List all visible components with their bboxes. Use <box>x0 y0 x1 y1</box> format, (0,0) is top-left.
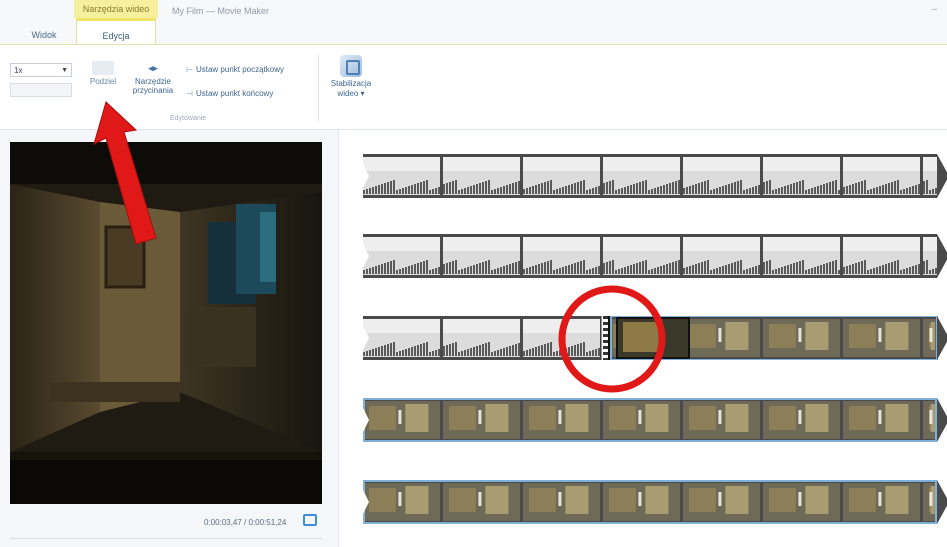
fullscreen-icon[interactable] <box>303 514 317 526</box>
preview-pane: 0:00:03,47 / 0:00:51,24 <box>0 130 339 547</box>
start-point-icon: ⊢ <box>186 65 193 74</box>
clip-strip-row[interactable] <box>363 480 947 524</box>
ribbon-group-label: Edytowanie <box>170 115 207 122</box>
video-preview[interactable] <box>10 142 322 504</box>
filmstrip-graphic <box>363 480 947 524</box>
set-end-point-button[interactable]: ⊣ Ustaw punkt końcowy <box>186 89 273 98</box>
split-button[interactable]: Podziel <box>80 61 126 86</box>
set-start-label: Ustaw punkt początkowy <box>195 65 285 74</box>
stabilize-icon <box>340 55 362 77</box>
set-start-point-button[interactable]: ⊢ Ustaw punkt początkowy <box>186 65 284 74</box>
filmstrip-graphic <box>363 154 947 198</box>
trim-label: Narzędzie przycinania <box>132 77 174 95</box>
set-end-label: Ustaw punkt końcowy <box>195 89 274 98</box>
trim-tool-button[interactable]: ◂▸ Narzędzie przycinania <box>130 61 176 95</box>
annotation-arrow <box>93 101 157 245</box>
contextual-tab-group-label: Narzędzia wideo <box>74 0 158 18</box>
split-icon <box>92 61 114 75</box>
duration-field[interactable] <box>10 83 72 97</box>
filmstrip-graphic <box>363 398 947 442</box>
speed-value: 1x <box>14 66 23 75</box>
end-point-icon: ⊣ <box>186 89 193 98</box>
filmstrip-graphic <box>363 234 947 278</box>
tab-view[interactable]: Widok <box>18 26 70 44</box>
time-readout: 0:00:03,47 / 0:00:51,24 <box>204 518 287 527</box>
clip-strip-row[interactable] <box>363 154 947 198</box>
stabilize-label-line1: Stabilizacja <box>330 79 372 88</box>
clip-strip-row[interactable] <box>363 234 947 278</box>
split-label: Podziel <box>89 77 117 86</box>
trim-icon: ◂▸ <box>148 63 158 73</box>
preview-frame-image <box>10 142 322 504</box>
ribbon-group-separator <box>318 55 319 121</box>
video-stabilization-button[interactable]: Stabilizacja wideo ▾ <box>322 55 380 99</box>
minimize-button[interactable]: – <box>931 4 937 15</box>
window-title: My Film — Movie Maker <box>172 6 270 16</box>
annotation-circle <box>558 285 666 393</box>
chevron-down-icon: ▼ <box>61 67 68 74</box>
speed-select[interactable]: 1x ▼ <box>10 63 72 77</box>
title-bar: Narzędzia wideo My Film — Movie Maker – … <box>0 0 947 44</box>
preview-divider <box>10 538 322 539</box>
tab-edit[interactable]: Edycja <box>76 18 156 44</box>
clip-strip-row[interactable] <box>363 398 947 442</box>
stabilize-label-line2: wideo ▾ <box>337 89 365 98</box>
